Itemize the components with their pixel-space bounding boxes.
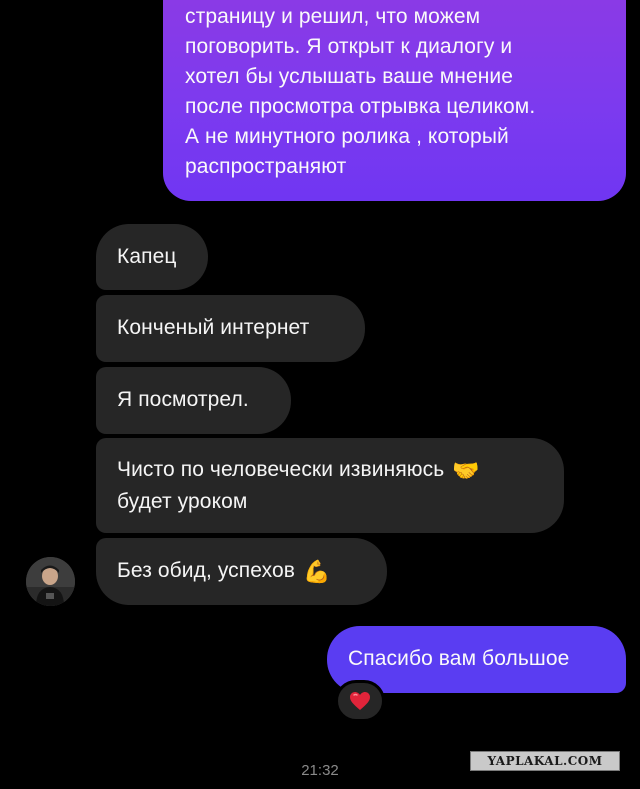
message-text: Конченый интернет <box>117 316 310 339</box>
incoming-message-bubble[interactable]: Чисто по человечески извиняюсь 🤝 будет ур… <box>96 438 564 533</box>
outgoing-message-bubble[interactable]: страницу и решил, что можем поговорить. … <box>163 0 626 201</box>
message-text: Без обид, успехов <box>117 559 295 582</box>
avatar-person-icon <box>26 557 75 606</box>
message-line: распространяют <box>185 155 347 178</box>
message-text: Спасибо вам большое <box>348 647 570 670</box>
incoming-message-bubble[interactable]: Капец <box>96 224 208 290</box>
handshake-emoji-icon: 🤝 <box>452 459 480 484</box>
message-text: Капец <box>117 245 177 268</box>
message-text: будет уроком <box>117 490 248 513</box>
message-text: Чисто по человечески извиняюсь <box>117 458 445 481</box>
message-line: поговорить. Я открыт к диалогу и <box>185 35 513 58</box>
message-line: хотел бы услышать ваше мнение <box>185 65 514 88</box>
flexed-biceps-emoji-icon: 💪 <box>302 560 331 585</box>
incoming-message-bubble[interactable]: Я посмотрел. <box>96 367 291 434</box>
incoming-message-bubble[interactable]: Без обид, успехов 💪 <box>96 538 387 605</box>
heart-icon <box>350 692 370 710</box>
message-timestamp: 21:32 <box>301 762 339 779</box>
message-text: Я посмотрел. <box>117 388 249 411</box>
message-line: после просмотра отрывка целиком. <box>185 95 536 118</box>
reaction-badge[interactable] <box>335 680 385 722</box>
incoming-message-bubble[interactable]: Конченый интернет <box>96 295 365 362</box>
message-line: страницу и решил, что можем <box>185 5 481 28</box>
avatar[interactable] <box>26 557 75 606</box>
message-line: А не минутного ролика , который <box>185 125 509 148</box>
